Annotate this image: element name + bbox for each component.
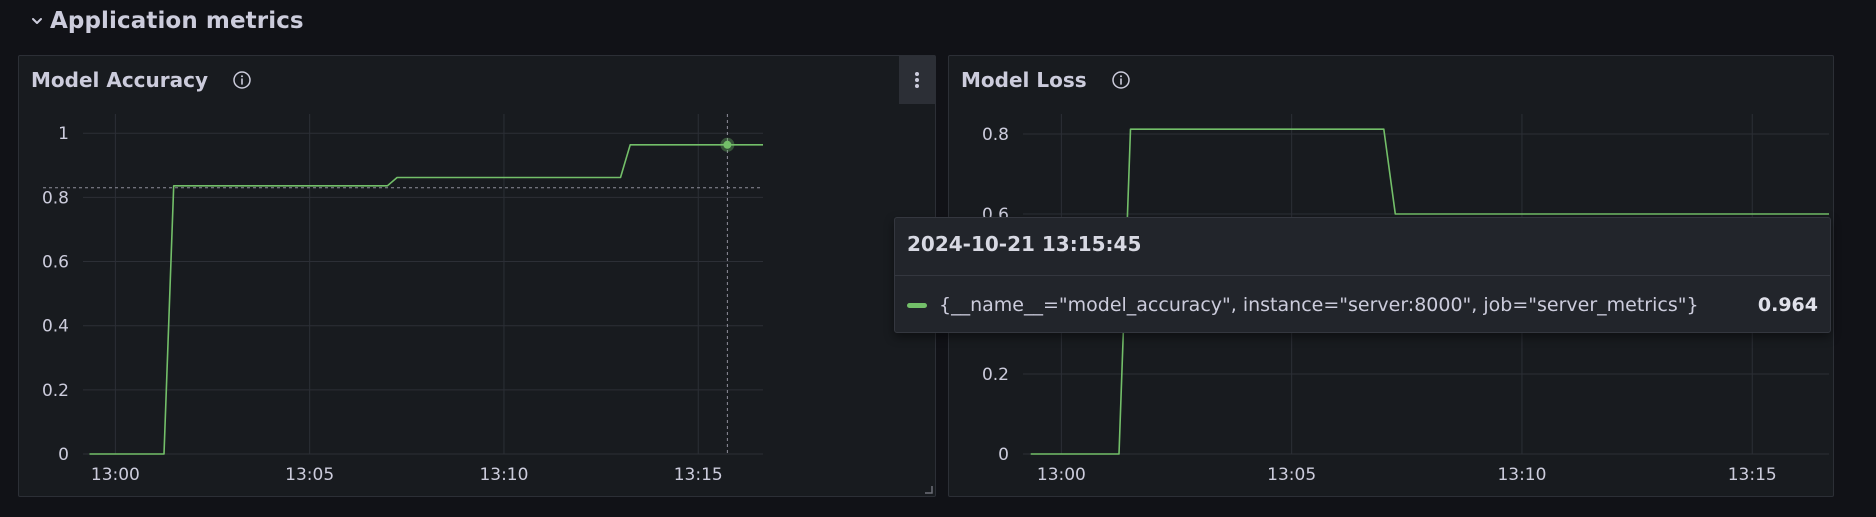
panel-model-accuracy[interactable]: 0 0.2 0.4 0.6 0.8 1 13:00 13:05 13:10 13:15 Model…: [18, 55, 936, 497]
y-tick-label: 0.6: [42, 253, 69, 273]
series-line: [89, 144, 763, 455]
x-tick-label: 13:15: [674, 465, 723, 485]
info-icon[interactable]: [232, 70, 252, 90]
tooltip-series-label: {__name__="model_accuracy", instance="se…: [939, 294, 1699, 316]
panel-header: Model Accuracy: [19, 56, 935, 104]
panel-title: Model Loss: [961, 68, 1087, 92]
hover-point: [723, 140, 732, 149]
y-tick-label: 1: [58, 124, 69, 144]
y-tick-label: 0: [998, 445, 1009, 465]
y-tick-label: 0.2: [42, 381, 69, 401]
tooltip-divider: [895, 275, 1830, 276]
panel-header: Model Loss: [949, 56, 1833, 104]
y-tick-label: 0.2: [982, 365, 1009, 385]
x-tick-label: 13:00: [91, 465, 140, 485]
tooltip-value: 0.964: [1757, 294, 1818, 316]
chevron-down-icon: [32, 18, 42, 24]
tooltip-timestamp: 2024-10-21 13:15:45: [907, 232, 1142, 256]
accuracy-chart[interactable]: 0 0.2 0.4 0.6 0.8 1 13:00 13:05 13:10 13:15: [19, 56, 937, 498]
x-tick-label: 13:15: [1728, 465, 1777, 485]
x-tick-label: 13:05: [285, 465, 334, 485]
row-title: Application metrics: [50, 8, 304, 34]
x-tick-label: 13:00: [1037, 465, 1086, 485]
resize-handle-icon[interactable]: [923, 484, 933, 494]
kebab-menu-icon: [915, 72, 919, 88]
hover-tooltip: 2024-10-21 13:15:45 {__name__="model_acc…: [894, 217, 1831, 333]
panel-title: Model Accuracy: [31, 68, 209, 92]
info-icon[interactable]: [1111, 70, 1131, 90]
series-color-swatch: [907, 302, 927, 308]
tooltip-series-row: {__name__="model_accuracy", instance="se…: [907, 290, 1818, 320]
x-tick-label: 13:10: [479, 465, 528, 485]
y-tick-label: 0: [58, 445, 69, 465]
y-tick-label: 0.8: [982, 125, 1009, 145]
panel-menu-button[interactable]: [899, 56, 935, 104]
x-tick-label: 13:10: [1497, 465, 1546, 485]
x-tick-label: 13:05: [1267, 465, 1316, 485]
row-header[interactable]: Application metrics: [30, 4, 304, 38]
y-tick-label: 0.8: [42, 188, 69, 208]
y-tick-label: 0.4: [42, 317, 69, 337]
